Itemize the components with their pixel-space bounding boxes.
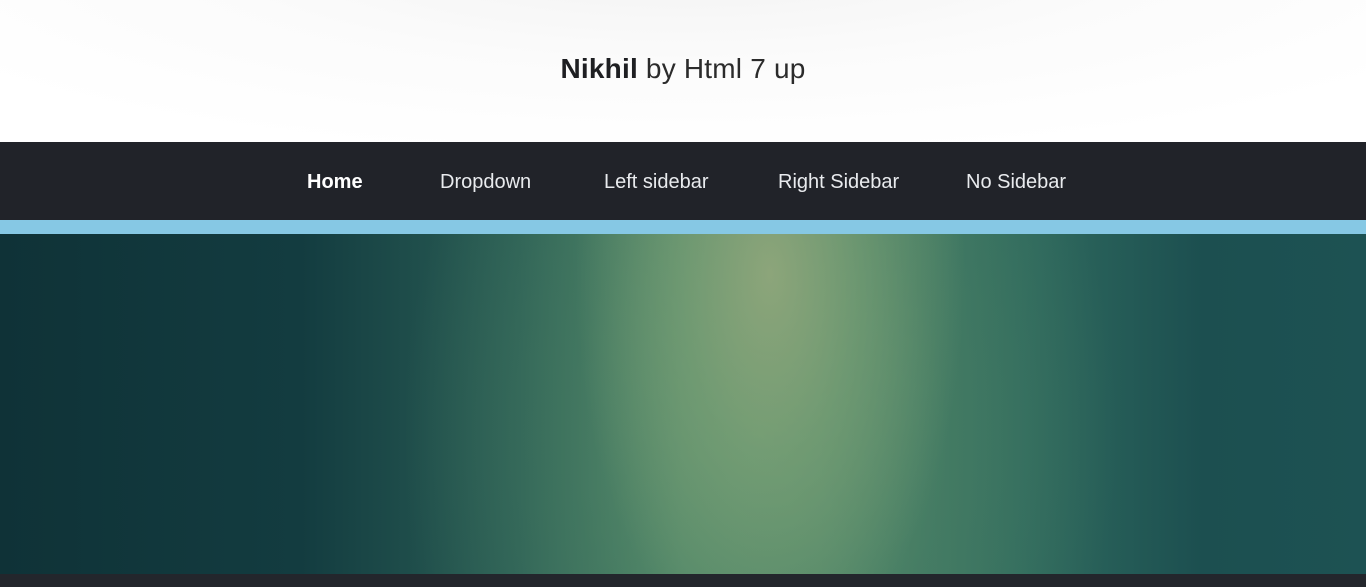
main-nav: Home Dropdown Left sidebar Right Sidebar… [0,142,1366,220]
nav-item-dropdown[interactable]: Dropdown [440,142,531,220]
hero-banner [0,234,1366,574]
content-area-edge [0,574,1366,587]
site-title-name: Nikhil [560,53,638,84]
nav-item-home[interactable]: Home [307,142,363,220]
nav-item-left-sidebar[interactable]: Left sidebar [604,142,709,220]
accent-divider [0,220,1366,234]
page: Nikhil by Html 7 up Home Dropdown Left si… [0,0,1366,587]
nav-item-no-sidebar[interactable]: No Sidebar [966,142,1066,220]
site-title-byline: by Html 7 up [645,53,806,84]
site-header: Nikhil by Html 7 up [0,0,1366,142]
nav-item-right-sidebar[interactable]: Right Sidebar [778,142,899,220]
site-title[interactable]: Nikhil by Html 7 up [560,53,805,85]
